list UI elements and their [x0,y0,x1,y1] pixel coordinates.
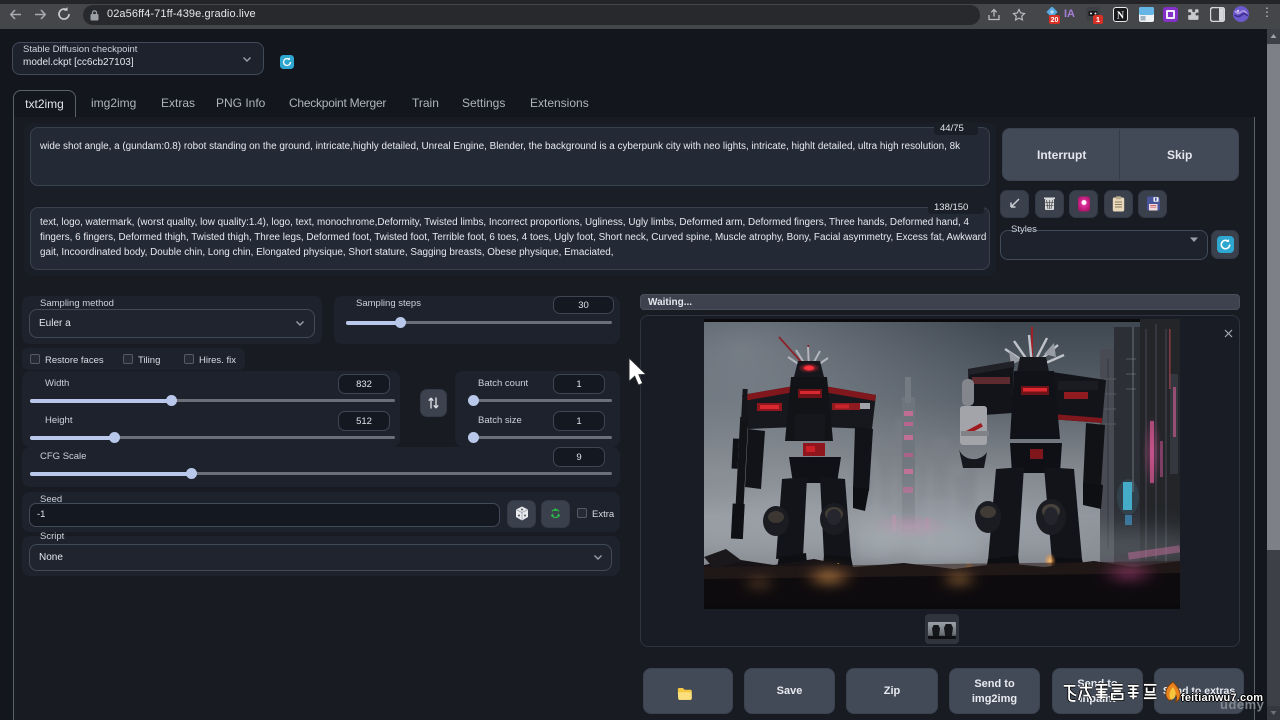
svg-text:1: 1 [1096,15,1100,24]
svg-text:N: N [1117,11,1125,22]
svg-text:20: 20 [1051,17,1059,24]
